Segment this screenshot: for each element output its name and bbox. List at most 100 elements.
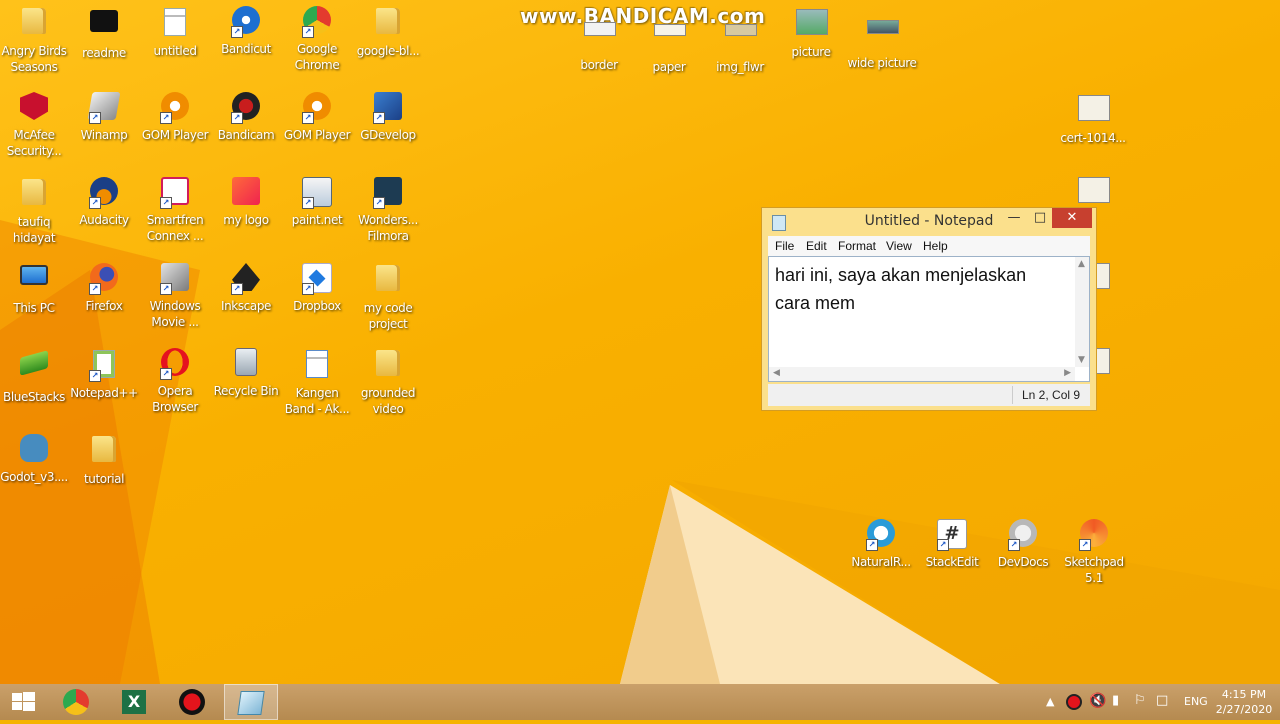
- desktop-icon-gdevelop[interactable]: ↗ GDevelop: [352, 92, 424, 143]
- show-hidden-icons[interactable]: ▲: [1046, 695, 1054, 708]
- horizontal-scrollbar[interactable]: ◀ ▶: [769, 367, 1075, 381]
- desktop-icon-recycle-bin[interactable]: Recycle Bin: [210, 348, 282, 399]
- maximize-button[interactable]: □: [1030, 208, 1050, 228]
- taskbar: X ▲ 🔇 ▮ ⚐ □ ENG 4:15 PM 2/27/2020: [0, 684, 1280, 720]
- desktop-icon-inkscape[interactable]: ↗ Inkscape: [210, 263, 282, 314]
- menu-format[interactable]: Format: [838, 239, 876, 253]
- menu-edit[interactable]: Edit: [806, 239, 827, 253]
- desktop-icon-sketchpad[interactable]: ↗ Sketchpad 5.1: [1058, 519, 1130, 586]
- menu-help[interactable]: Help: [923, 239, 948, 253]
- desktop-icon-movie-maker[interactable]: ↗ Windows Movie ...: [139, 263, 211, 330]
- action-center-icon[interactable]: ⚐: [1134, 693, 1146, 708]
- signal-icon[interactable]: ▮: [1112, 693, 1119, 708]
- close-button[interactable]: ✕: [1052, 208, 1092, 228]
- desktop-icon-tutorial[interactable]: tutorial: [68, 434, 140, 487]
- icon-label: NaturalR...: [851, 555, 911, 569]
- taskbar-chrome[interactable]: [52, 684, 100, 720]
- bluestacks-icon: [19, 350, 49, 384]
- notepad-titlebar[interactable]: Untitled - Notepad — □ ✕: [762, 208, 1096, 236]
- document-text[interactable]: hari ini, saya akan menjelaskan cara mem: [775, 261, 1071, 317]
- recycle-bin-icon: [231, 348, 261, 378]
- desktop-icon-picture[interactable]: picture: [775, 6, 847, 60]
- desktop-icon-dropbox[interactable]: ↗ Dropbox: [281, 263, 353, 314]
- desktop-icon-opera[interactable]: ↗ Opera Browser: [139, 348, 211, 415]
- desktop-icon-readme[interactable]: readme: [68, 6, 140, 61]
- menu-view[interactable]: View: [886, 239, 912, 253]
- network-icon[interactable]: □: [1156, 693, 1168, 708]
- desktop-icon-paper[interactable]: paper: [633, 6, 705, 75]
- desktop-icon-taufiq-hidayat[interactable]: taufiq hidayat: [0, 177, 70, 246]
- desktop-icon-bandicut[interactable]: ↗ Bandicut: [210, 6, 282, 57]
- notepad-window[interactable]: Untitled - Notepad — □ ✕ File Edit Forma…: [761, 207, 1097, 411]
- text-editor-area[interactable]: hari ini, saya akan menjelaskan cara mem…: [768, 256, 1090, 382]
- clock[interactable]: 4:15 PM 2/27/2020: [1212, 684, 1276, 720]
- folder-icon: [19, 8, 49, 38]
- desktop-icon-firefox[interactable]: ↗ Firefox: [68, 263, 140, 314]
- desktop-icon-notepadpp[interactable]: ↗ Notepad++: [68, 348, 140, 401]
- desktop-icon-grounded-video[interactable]: grounded video: [352, 348, 424, 417]
- minimize-button[interactable]: —: [1004, 208, 1024, 228]
- desktop-icon-godot[interactable]: Godot_v3....: [0, 434, 70, 485]
- menu-file[interactable]: File: [775, 239, 794, 253]
- desktop-icon-smartfren[interactable]: ↗ Smartfren Connex ...: [139, 177, 211, 244]
- icon-label: tutorial: [83, 472, 125, 486]
- taskbar-bandicam[interactable]: [168, 684, 216, 720]
- desktop-icon-stackedit[interactable]: # ↗ StackEdit: [916, 519, 988, 570]
- image-file-icon: [654, 24, 686, 54]
- filmora-icon: ↗: [373, 177, 403, 209]
- desktop-icon-audacity[interactable]: ↗ Audacity: [68, 177, 140, 228]
- start-button[interactable]: [0, 684, 48, 720]
- scroll-left-icon[interactable]: ◀: [773, 368, 780, 378]
- hidden-file-icon[interactable]: [1078, 177, 1110, 203]
- desktop-icon-devdocs[interactable]: ↗ DevDocs: [987, 519, 1059, 570]
- icon-label: Godot_v3....: [0, 470, 68, 484]
- scroll-down-icon[interactable]: ▼: [1078, 355, 1085, 365]
- mute-icon[interactable]: 🔇: [1089, 693, 1106, 709]
- desktop-icon-winamp[interactable]: ↗ Winamp: [68, 92, 140, 143]
- desktop-icon-img-flwr[interactable]: img_flwr: [704, 6, 776, 75]
- scroll-right-icon[interactable]: ▶: [1064, 368, 1071, 378]
- vertical-scrollbar[interactable]: ▲ ▼: [1075, 257, 1089, 367]
- desktop-icon-bandicam[interactable]: ↗ Bandicam: [210, 92, 282, 143]
- sketchpad-icon: ↗: [1079, 519, 1109, 551]
- desktop-icon-bluestacks[interactable]: BlueStacks: [0, 348, 70, 405]
- icon-label: Firefox: [85, 299, 123, 313]
- desktop-icon-border[interactable]: border: [563, 6, 635, 73]
- desktop-icon-chrome[interactable]: ↗ Google Chrome: [281, 6, 353, 73]
- desktop-icon-angry-birds[interactable]: Angry Birds Seasons: [0, 6, 70, 75]
- desktop-icon-mcafee[interactable]: McAfee Security...: [0, 92, 70, 159]
- language-indicator[interactable]: ENG: [1182, 684, 1212, 720]
- icon-label: GDevelop: [360, 128, 416, 142]
- taskbar-excel[interactable]: X: [110, 684, 158, 720]
- scroll-up-icon[interactable]: ▲: [1078, 259, 1085, 269]
- desktop-icon-kangen-band[interactable]: Kangen Band - Ak...: [281, 348, 353, 417]
- desktop-icon-wide-picture[interactable]: wide picture: [846, 6, 918, 71]
- system-tray: ▲ 🔇 ▮ ⚐ □: [1042, 684, 1192, 720]
- desktop-icon-google-bl[interactable]: google-bl...: [352, 6, 424, 59]
- record-tray-icon[interactable]: [1066, 694, 1082, 710]
- desktop-icon-filmora[interactable]: ↗ Wonders... Filmora: [352, 177, 424, 244]
- taskbar-notepad[interactable]: [224, 684, 278, 720]
- desktop-icon-untitled[interactable]: untitled: [139, 6, 211, 59]
- firefox-icon: ↗: [89, 263, 119, 295]
- icon-label: Sketchpad 5.1: [1064, 555, 1124, 585]
- notepadpp-icon: ↗: [89, 350, 119, 382]
- cursor-position: Ln 2, Col 9: [1022, 388, 1081, 402]
- icon-label: my logo: [223, 213, 269, 227]
- desktop-icon-gom-player-1[interactable]: ↗ GOM Player: [139, 92, 211, 143]
- desktop-icon-naturalreader[interactable]: ↗ NaturalR...: [845, 519, 917, 570]
- icon-label: google-bl...: [356, 44, 420, 58]
- icon-label: Opera Browser: [152, 384, 198, 414]
- icon-label: picture: [791, 45, 831, 59]
- desktop-icon-my-code-project[interactable]: my code project: [352, 263, 424, 332]
- desktop-icon-paintnet[interactable]: ↗ paint.net: [281, 177, 353, 228]
- desktop-icon-gom-player-2[interactable]: ↗ GOM Player: [281, 92, 353, 143]
- icon-label: cert-1014...: [1060, 131, 1126, 145]
- computer-icon: [19, 265, 49, 295]
- gom-player-icon: ↗: [160, 92, 190, 124]
- status-divider: [1012, 386, 1013, 404]
- desktop-icon-this-pc[interactable]: This PC: [0, 263, 70, 316]
- desktop-icon-my-logo[interactable]: my logo: [210, 177, 282, 228]
- desktop-icon-cert[interactable]: cert-1014...: [1057, 92, 1129, 146]
- icon-label: Bandicut: [221, 42, 271, 56]
